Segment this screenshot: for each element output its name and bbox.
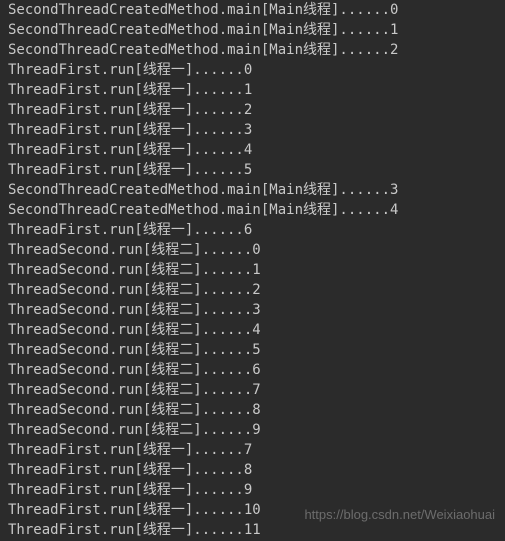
console-line: ThreadSecond.run[线程二]......9: [8, 420, 497, 440]
console-line: ThreadFirst.run[线程一]......3: [8, 120, 497, 140]
console-line: SecondThreadCreatedMethod.main[Main线程]..…: [8, 40, 497, 60]
console-line: ThreadSecond.run[线程二]......1: [8, 260, 497, 280]
console-line: SecondThreadCreatedMethod.main[Main线程]..…: [8, 20, 497, 40]
watermark-text: https://blog.csdn.net/Weixiaohuai: [304, 505, 495, 525]
console-line: ThreadFirst.run[线程一]......2: [8, 100, 497, 120]
console-line: ThreadSecond.run[线程二]......6: [8, 360, 497, 380]
console-line: ThreadSecond.run[线程二]......5: [8, 340, 497, 360]
console-line: ThreadSecond.run[线程二]......8: [8, 400, 497, 420]
console-line: ThreadFirst.run[线程一]......0: [8, 60, 497, 80]
console-line: SecondThreadCreatedMethod.main[Main线程]..…: [8, 200, 497, 220]
console-line: SecondThreadCreatedMethod.main[Main线程]..…: [8, 180, 497, 200]
console-line: ThreadFirst.run[线程一]......8: [8, 460, 497, 480]
console-line: ThreadSecond.run[线程二]......0: [8, 240, 497, 260]
console-output: SecondThreadCreatedMethod.main[Main线程]..…: [0, 0, 505, 540]
console-line: ThreadFirst.run[线程一]......9: [8, 480, 497, 500]
console-line: ThreadSecond.run[线程二]......4: [8, 320, 497, 340]
console-line: ThreadSecond.run[线程二]......2: [8, 280, 497, 300]
console-line: ThreadFirst.run[线程一]......5: [8, 160, 497, 180]
console-line: ThreadSecond.run[线程二]......7: [8, 380, 497, 400]
console-line: ThreadFirst.run[线程一]......7: [8, 440, 497, 460]
console-line: ThreadFirst.run[线程一]......1: [8, 80, 497, 100]
console-line: ThreadSecond.run[线程二]......3: [8, 300, 497, 320]
console-line: ThreadFirst.run[线程一]......6: [8, 220, 497, 240]
console-line: SecondThreadCreatedMethod.main[Main线程]..…: [8, 0, 497, 20]
console-line: ThreadFirst.run[线程一]......4: [8, 140, 497, 160]
